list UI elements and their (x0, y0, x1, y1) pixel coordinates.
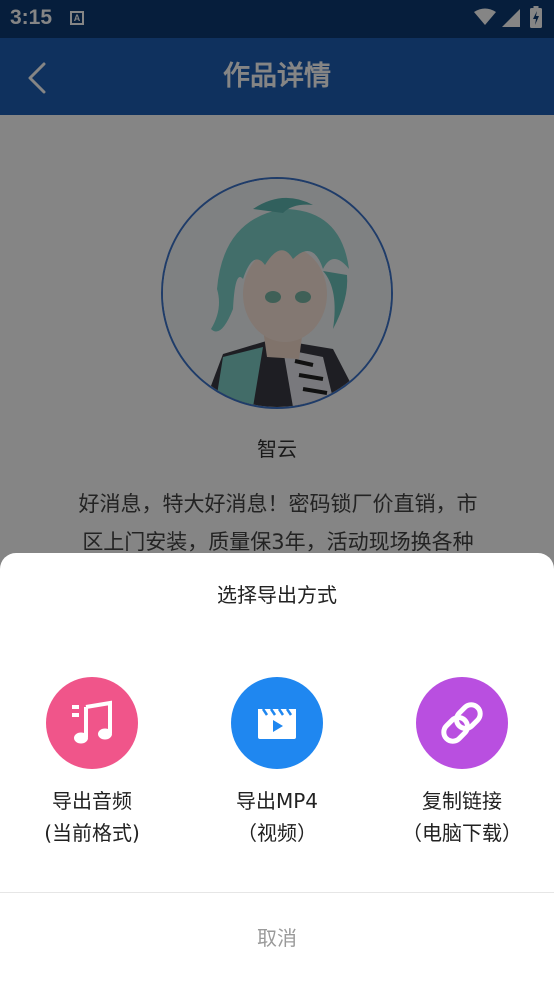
copy-link-circle[interactable] (416, 677, 508, 769)
copy-link-label[interactable]: 复制链接 （电脑下载） (370, 785, 554, 849)
export-audio-label[interactable]: 导出音频 (当前格式) (0, 785, 184, 849)
export-audio-circle[interactable] (46, 677, 138, 769)
option-label-line: 导出MP4 (235, 789, 319, 813)
video-clapper-icon (258, 708, 296, 739)
option-label-line: 复制链接 (422, 789, 502, 813)
copy-link-option[interactable]: 复制链接 （电脑下载） (370, 677, 554, 857)
option-label-line: （视频） (237, 821, 317, 845)
option-label-line: （电脑下载） (402, 821, 522, 845)
option-label-line: (当前格式) (44, 821, 140, 845)
music-note-icon (72, 700, 112, 744)
link-icon (441, 702, 483, 744)
export-bottom-sheet: 选择导出方式 导出音频 (当前格式) 导出MP4 （视频） 复制链接 （电脑下载… (0, 553, 554, 984)
sheet-title: 选择导出方式 (217, 583, 337, 607)
export-mp4-circle[interactable] (231, 677, 323, 769)
option-label-line: 导出音频 (52, 789, 132, 813)
cancel-button[interactable]: 取消 (0, 893, 554, 984)
export-audio-option[interactable]: 导出音频 (当前格式) (0, 677, 184, 857)
export-mp4-option[interactable]: 导出MP4 （视频） (185, 677, 369, 857)
export-mp4-label[interactable]: 导出MP4 （视频） (185, 785, 369, 849)
